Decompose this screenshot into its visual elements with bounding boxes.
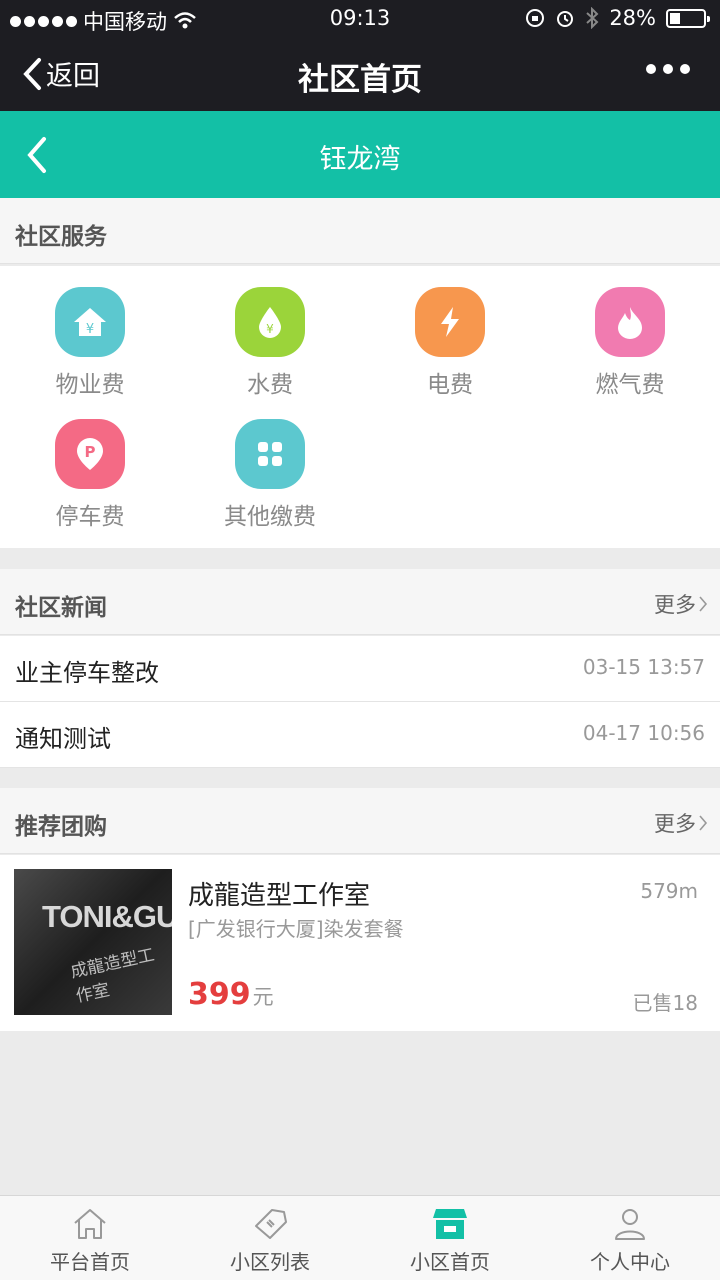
deal-price-unit: 元 bbox=[252, 985, 274, 1009]
more-menu-button[interactable] bbox=[646, 64, 690, 74]
news-item-date: 04-17 10:56 bbox=[582, 721, 705, 745]
status-right: 28% bbox=[525, 6, 710, 30]
battery-icon bbox=[666, 8, 710, 28]
service-label: 水费 bbox=[247, 372, 293, 398]
service-other-fee[interactable]: 其他缴费 bbox=[180, 419, 360, 531]
alarm-icon bbox=[557, 11, 574, 27]
bottom-tab-bar: 平台首页 小区列表 小区首页 个人中心 bbox=[0, 1195, 720, 1280]
deal-price: 399元 bbox=[188, 977, 274, 1012]
ticket-icon bbox=[180, 1204, 360, 1244]
tab-label: 个人中心 bbox=[590, 1250, 670, 1274]
news-item[interactable]: 业主停车整改 03-15 13:57 bbox=[0, 636, 720, 702]
service-label: 物业费 bbox=[55, 372, 125, 398]
tab-community-home[interactable]: 小区首页 bbox=[360, 1196, 540, 1280]
water-drop-yen-icon: ¥ bbox=[235, 287, 305, 357]
groupbuy-title: 推荐团购 bbox=[15, 814, 107, 840]
news-item[interactable]: 通知测试 04-17 10:56 bbox=[0, 702, 720, 768]
community-header: 钰龙湾 bbox=[0, 111, 720, 198]
tab-label: 小区首页 bbox=[410, 1250, 490, 1274]
tab-community-list[interactable]: 小区列表 bbox=[180, 1196, 360, 1280]
svg-text:P: P bbox=[85, 443, 96, 461]
wechat-title: 社区首页 bbox=[298, 62, 422, 98]
store-icon bbox=[360, 1204, 540, 1244]
deal-price-value: 399 bbox=[188, 977, 251, 1012]
house-yen-icon: ¥ bbox=[55, 287, 125, 357]
deal-distance: 579m bbox=[640, 879, 698, 903]
groupbuy-section-header: 推荐团购 更多 bbox=[0, 788, 720, 854]
service-label: 停车费 bbox=[55, 504, 125, 530]
service-property-fee[interactable]: ¥ 物业费 bbox=[0, 287, 180, 399]
service-water-fee[interactable]: ¥ 水费 bbox=[180, 287, 360, 399]
service-label: 燃气费 bbox=[595, 372, 665, 398]
news-section-header: 社区新闻 更多 bbox=[0, 569, 720, 635]
more-label: 更多 bbox=[654, 812, 696, 836]
wechat-nav-bar: 返回 社区首页 bbox=[0, 36, 720, 111]
news-item-title: 通知测试 bbox=[15, 725, 111, 753]
service-label: 其他缴费 bbox=[224, 504, 316, 530]
tab-platform-home[interactable]: 平台首页 bbox=[0, 1196, 180, 1280]
parking-pin-icon: P bbox=[55, 419, 125, 489]
more-label: 更多 bbox=[654, 593, 696, 617]
user-icon bbox=[540, 1204, 720, 1244]
status-bar: 中国移动 09:13 28% bbox=[0, 0, 720, 36]
service-gas-fee[interactable]: 燃气费 bbox=[540, 287, 720, 399]
news-more-link[interactable]: 更多 bbox=[654, 589, 708, 619]
tab-label: 平台首页 bbox=[50, 1250, 130, 1274]
lightning-icon bbox=[415, 287, 485, 357]
deal-image: TONI&GUY 成龍造型工作室 bbox=[14, 869, 172, 1015]
news-title: 社区新闻 bbox=[15, 595, 107, 621]
home-icon bbox=[0, 1204, 180, 1244]
flame-icon bbox=[595, 287, 665, 357]
community-name: 钰龙湾 bbox=[319, 144, 401, 175]
top-bar: 中国移动 09:13 28% 返回 社区首页 bbox=[0, 0, 720, 111]
news-item-title: 业主停车整改 bbox=[15, 659, 159, 687]
svg-text:¥: ¥ bbox=[86, 322, 94, 337]
service-parking-fee[interactable]: P 停车费 bbox=[0, 419, 180, 531]
deal-card[interactable]: TONI&GUY 成龍造型工作室 成龍造型工作室 579m [广发银行大厦]染发… bbox=[0, 855, 720, 1031]
deal-name: 成龍造型工作室 bbox=[188, 881, 371, 911]
deal-image-brand: TONI&GUY bbox=[42, 899, 172, 934]
service-electricity-fee[interactable]: 电费 bbox=[360, 287, 540, 399]
chevron-right-icon bbox=[699, 596, 708, 612]
services-section-header: 社区服务 bbox=[0, 198, 720, 264]
rotation-lock-icon bbox=[526, 9, 545, 27]
grid-icon bbox=[235, 419, 305, 489]
news-item-date: 03-15 13:57 bbox=[582, 655, 705, 679]
tab-label: 小区列表 bbox=[230, 1250, 310, 1274]
tab-personal-center[interactable]: 个人中心 bbox=[540, 1196, 720, 1280]
deal-image-subtext: 成龍造型工作室 bbox=[68, 945, 157, 1007]
svg-text:¥: ¥ bbox=[266, 322, 274, 336]
chevron-right-icon bbox=[699, 815, 708, 831]
deal-description: [广发银行大厦]染发套餐 bbox=[188, 917, 404, 941]
services-grid: ¥ 物业费 ¥ 水费 电费 燃气费 P 停车费 其他缴费 bbox=[0, 266, 720, 548]
service-label: 电费 bbox=[427, 372, 473, 398]
bluetooth-icon bbox=[586, 7, 599, 29]
deal-sold-count: 已售18 bbox=[632, 991, 698, 1015]
services-title: 社区服务 bbox=[15, 224, 107, 250]
groupbuy-more-link[interactable]: 更多 bbox=[654, 808, 708, 838]
battery-percent: 28% bbox=[609, 6, 656, 30]
